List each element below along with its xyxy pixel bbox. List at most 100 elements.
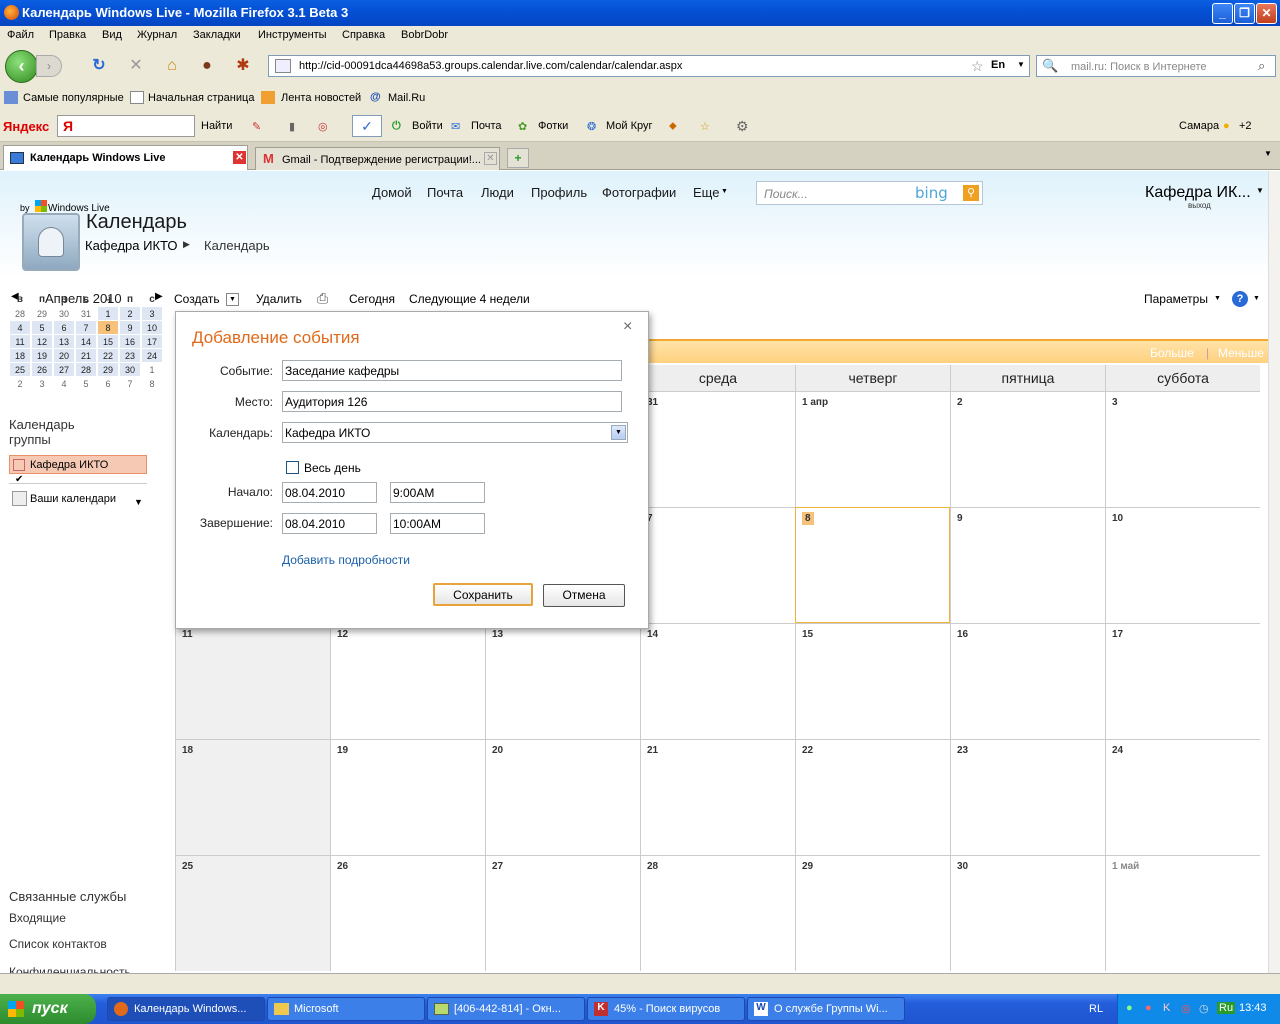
minical-day[interactable]: 7 <box>76 321 96 334</box>
menu-help[interactable]: Справка <box>342 29 385 41</box>
web-search-box[interactable]: 🔍 mail.ru: Поиск в Интернете ⌕ <box>1036 55 1276 77</box>
create-button[interactable]: Создать <box>174 292 220 306</box>
chart-icon[interactable]: ▮ <box>289 120 295 133</box>
minimize-button[interactable]: _ <box>1212 3 1233 24</box>
minical-day[interactable]: 9 <box>120 321 140 334</box>
minical-day[interactable]: 1 <box>98 307 118 320</box>
task-window[interactable]: [406-442-814] - Окн... <box>427 997 585 1021</box>
yandex-find-button[interactable]: Найти <box>201 120 232 132</box>
menu-edit[interactable]: Правка <box>49 29 86 41</box>
cancel-button[interactable]: Отмена <box>543 584 625 607</box>
bookmark-news[interactable]: Лента новостей <box>281 92 361 104</box>
nav-photos[interactable]: Фотографии <box>602 185 676 200</box>
minical-day[interactable]: 3 <box>142 307 162 320</box>
search-icon[interactable]: ⚲ <box>963 185 979 201</box>
day-cell[interactable]: 26 <box>330 855 485 971</box>
chevron-down-icon[interactable]: ▼ <box>134 497 143 507</box>
back-arrow-icon[interactable]: ‹ <box>5 50 38 83</box>
start-time-input[interactable]: 9:00AM <box>390 482 485 503</box>
bookmark-mailru[interactable]: Mail.Ru <box>388 92 425 104</box>
keyboard-layout[interactable]: RL <box>1089 1003 1103 1015</box>
user-name[interactable]: Кафедра ИК... <box>1145 184 1251 202</box>
live-search-box[interactable]: Поиск... bing ⚲ <box>756 181 983 205</box>
minical-day[interactable]: 13 <box>54 335 74 348</box>
new-tab-icon[interactable]: + <box>507 148 529 168</box>
place-input[interactable]: Аудитория 126 <box>282 391 622 412</box>
minical-day[interactable]: 4 <box>54 377 74 390</box>
minical-day[interactable]: 7 <box>120 377 140 390</box>
day-cell[interactable]: 7 <box>640 507 795 623</box>
yandex-mail[interactable]: Почта <box>471 120 502 132</box>
minical-day[interactable]: 8 <box>98 321 118 334</box>
chevron-down-icon[interactable]: ▼ <box>1256 186 1264 195</box>
nav-mail[interactable]: Почта <box>427 185 463 200</box>
day-cell[interactable]: 8 <box>795 507 950 623</box>
day-cell[interactable]: 10 <box>1105 507 1260 623</box>
minical-day[interactable]: 10 <box>142 321 162 334</box>
breadcrumb-calendar[interactable]: Календарь <box>204 238 270 253</box>
dialog-close-icon[interactable]: × <box>623 318 632 336</box>
page-scrollbar[interactable] <box>1268 171 1280 973</box>
minical-day[interactable]: 29 <box>32 307 52 320</box>
nav-more[interactable]: Еще <box>693 185 719 200</box>
day-cell[interactable]: 15 <box>795 623 950 739</box>
marker-icon[interactable]: ✎ <box>252 120 261 133</box>
minical-day[interactable]: 5 <box>32 321 52 334</box>
tab-close-icon[interactable]: ✕ <box>233 151 246 164</box>
nav-profile[interactable]: Профиль <box>531 185 587 200</box>
reload-icon[interactable]: ↻ <box>89 56 109 76</box>
day-cell[interactable]: 17 <box>1105 623 1260 739</box>
minical-day[interactable]: 2 <box>120 307 140 320</box>
minical-day[interactable]: 16 <box>120 335 140 348</box>
menu-history[interactable]: Журнал <box>137 29 177 41</box>
minical-day[interactable]: 6 <box>98 377 118 390</box>
minical-day[interactable]: 15 <box>98 335 118 348</box>
bobrdobr-icon[interactable]: ● <box>197 56 217 76</box>
day-cell[interactable]: 11 <box>175 623 330 739</box>
end-time-input[interactable]: 10:00AM <box>390 513 485 534</box>
today-button[interactable]: Сегодня <box>349 292 395 306</box>
bonus-icon[interactable]: ⬥ <box>669 120 677 133</box>
minical-day[interactable]: 31 <box>76 307 96 320</box>
yandex-photos[interactable]: Фотки <box>538 120 568 132</box>
address-bar[interactable]: http://cid-00091dca44698a53.groups.calen… <box>268 55 1030 77</box>
day-cell[interactable]: 30 <box>950 855 1105 971</box>
minical-day[interactable]: 27 <box>54 363 74 376</box>
forward-arrow-icon[interactable]: › <box>36 55 62 77</box>
day-cell[interactable]: 12 <box>330 623 485 739</box>
day-cell[interactable]: 31 <box>640 391 795 507</box>
bookmark-start[interactable]: Начальная страница <box>148 92 254 104</box>
day-cell[interactable]: 3 <box>1105 391 1260 507</box>
minical-day[interactable]: 23 <box>120 349 140 362</box>
tab-calendar[interactable]: Календарь Windows Live ✕ <box>3 145 248 170</box>
minical-day[interactable]: 14 <box>76 335 96 348</box>
chevron-down-icon[interactable]: ▼ <box>611 425 626 440</box>
zoom-less[interactable]: Меньше <box>1218 346 1264 360</box>
spellcheck-icon[interactable]: ✓ <box>352 115 382 137</box>
task-antivirus[interactable]: K 45% - Поиск вирусов <box>587 997 745 1021</box>
zoom-more[interactable]: Больше <box>1150 346 1194 360</box>
tab-gmail[interactable]: M Gmail - Подтверждение регистрации!... … <box>255 147 500 170</box>
next-4-weeks-button[interactable]: Следующие 4 недели <box>409 292 530 306</box>
target-icon[interactable]: ◎ <box>1181 1002 1191 1015</box>
minical-day[interactable]: 12 <box>32 335 52 348</box>
logout-link[interactable]: выход <box>1188 201 1211 210</box>
bookmark-popular[interactable]: Самые популярные <box>23 92 124 104</box>
task-firefox[interactable]: Календарь Windows... <box>107 997 265 1021</box>
day-cell[interactable]: 28 <box>640 855 795 971</box>
minical-day[interactable]: 30 <box>120 363 140 376</box>
delete-button[interactable]: Удалить <box>256 292 302 306</box>
group-calendar-item[interactable]: Кафедра ИКТО <box>9 455 147 474</box>
network-icon[interactable]: ● <box>1126 1002 1133 1014</box>
clock-tray-icon[interactable]: ◷ <box>1199 1002 1209 1015</box>
yandex-login[interactable]: Войти <box>412 120 443 132</box>
day-cell[interactable]: 1 май <box>1105 855 1260 971</box>
search-engine-icon[interactable]: 🔍 <box>1042 58 1058 74</box>
gear-icon[interactable]: ⚙ <box>736 118 749 135</box>
kaspersky-icon[interactable]: K <box>1163 1002 1170 1014</box>
help-icon[interactable]: ? <box>1232 291 1248 307</box>
minical-day[interactable]: 26 <box>32 363 52 376</box>
menu-file[interactable]: Файл <box>7 29 34 41</box>
day-cell[interactable]: 14 <box>640 623 795 739</box>
menu-view[interactable]: Вид <box>102 29 122 41</box>
